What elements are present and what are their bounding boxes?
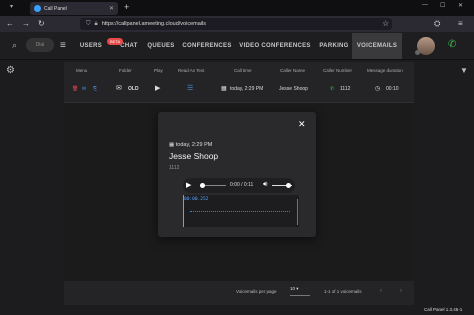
tab-parking[interactable]: PARKING: [316, 33, 352, 59]
maximize-icon[interactable]: ☐: [440, 2, 445, 9]
column-header-caller-number: Caller Number: [323, 68, 353, 73]
lock-icon[interactable]: 🔒︎: [95, 21, 98, 28]
audio-seek-thumb[interactable]: [200, 183, 205, 188]
waveform-end-marker: [297, 199, 298, 225]
extensions-icon[interactable]: ⛭: [434, 19, 440, 29]
calendar-icon: ▦: [169, 142, 176, 148]
tab-title: Call Panel: [44, 5, 67, 12]
tab-video-conferences[interactable]: VIDEO CONFERENCES: [239, 33, 311, 59]
browser-nav-bar: ← → ↻ ⛉ 🔒︎ https://callpanel.ameeting.cl…: [0, 16, 474, 32]
column-header-call-time: Call time: [234, 68, 252, 73]
tab-queues[interactable]: QUEUES: [145, 33, 177, 59]
caller-number-value: 1112: [340, 86, 351, 92]
filter-icon[interactable]: ▼: [460, 66, 468, 75]
clock-icon: ◷: [375, 86, 381, 92]
rows-per-page-select[interactable]: 10 ▾: [290, 286, 310, 296]
pagination-range: 1-1 of 1 voicemails: [324, 289, 362, 294]
call-time-value: today, 2:29 PM: [230, 86, 264, 92]
favicon-icon: [34, 5, 41, 12]
version-label: Call Panel 1.3.45-1: [424, 307, 463, 312]
presence-status-dot: [415, 50, 420, 55]
tab-users[interactable]: USERS: [77, 33, 105, 59]
play-icon[interactable]: ▶: [155, 84, 160, 92]
audio-time: 0:00 / 0:11: [230, 182, 254, 188]
tab-voicemails[interactable]: VOICEMAILS: [352, 33, 402, 59]
browser-tab-bar: ▾ Call Panel ✕ + — ☐ ✕: [0, 0, 474, 16]
modal-caller-number: 1112: [169, 165, 180, 171]
waveform-signal: [190, 211, 290, 212]
app-header: [0, 32, 474, 60]
gear-icon[interactable]: ⚙: [6, 65, 15, 76]
back-icon[interactable]: ←: [6, 19, 14, 28]
search-icon[interactable]: ⌕: [12, 40, 17, 51]
waveform-time: 00:00.252: [184, 197, 209, 202]
hamburger-menu-icon[interactable]: ≡: [60, 40, 66, 51]
shield-icon[interactable]: ⛉: [86, 21, 91, 28]
column-header-message-duration: Message duration: [367, 68, 403, 73]
tab-list-icon[interactable]: ▾: [10, 3, 13, 10]
folder-value: OLD: [128, 86, 139, 92]
column-header-read-as-text: Read As Text: [178, 68, 205, 73]
volume-icon[interactable]: 🔊︎: [263, 181, 267, 189]
next-page-icon[interactable]: ›: [400, 288, 402, 294]
modal-date-text: today, 2:29 PM: [175, 142, 213, 148]
column-header-caller-name: Caller Name: [280, 68, 306, 73]
dial-input[interactable]: Dial: [26, 38, 54, 52]
duration-value: 00:10: [386, 86, 399, 92]
column-header-menu: Menu: [76, 68, 88, 73]
close-icon[interactable]: ✕: [298, 119, 306, 130]
prev-page-icon[interactable]: ‹: [380, 288, 382, 294]
column-header-play: Play: [154, 68, 163, 73]
phone-icon[interactable]: ✆: [448, 39, 456, 50]
app-menu-icon[interactable]: ≡: [458, 19, 463, 28]
forward-message-icon[interactable]: ⎘: [93, 86, 97, 92]
rows-per-page-value: 10: [290, 286, 296, 291]
reload-icon[interactable]: ↻: [38, 19, 45, 28]
mail-open-icon[interactable]: ✉: [82, 86, 86, 92]
chevron-down-icon: ▾: [296, 286, 299, 291]
column-header-folder: Folder: [119, 68, 132, 73]
bookmark-star-icon[interactable]: ☆: [382, 19, 389, 28]
address-bar[interactable]: ⛉ 🔒︎ https://callpanel.ameeting.cloud/vo…: [80, 18, 392, 30]
caller-name-value: Jesse Shoop: [279, 86, 308, 92]
phone-small-icon: ✆: [330, 86, 335, 92]
browser-tab[interactable]: Call Panel ✕: [30, 2, 118, 15]
calendar-icon: ▦: [221, 86, 227, 92]
audio-play-icon[interactable]: ▶: [186, 181, 191, 189]
close-tab-icon[interactable]: ✕: [109, 5, 114, 12]
delete-icon[interactable]: 🗑︎: [72, 86, 78, 92]
modal-date: ▦ today, 2:29 PM: [169, 142, 212, 148]
new-tab-icon[interactable]: +: [124, 2, 129, 12]
window-close-icon[interactable]: ✕: [458, 2, 463, 9]
tab-chat[interactable]: CHAT: [114, 33, 144, 59]
tab-conferences[interactable]: CONFERENCES: [181, 33, 233, 59]
minimize-icon[interactable]: —: [422, 2, 428, 8]
rows-per-page-label: Voicemails per page: [236, 289, 277, 294]
transcript-icon[interactable]: ☰: [187, 84, 193, 92]
folder-envelope-icon: ✉: [116, 85, 122, 92]
forward-icon[interactable]: →: [22, 19, 30, 28]
beta-badge: BETA: [107, 38, 124, 45]
url-text[interactable]: https://callpanel.ameeting.cloud/voicema…: [102, 21, 206, 27]
modal-caller-name: Jesse Shoop: [169, 151, 219, 161]
